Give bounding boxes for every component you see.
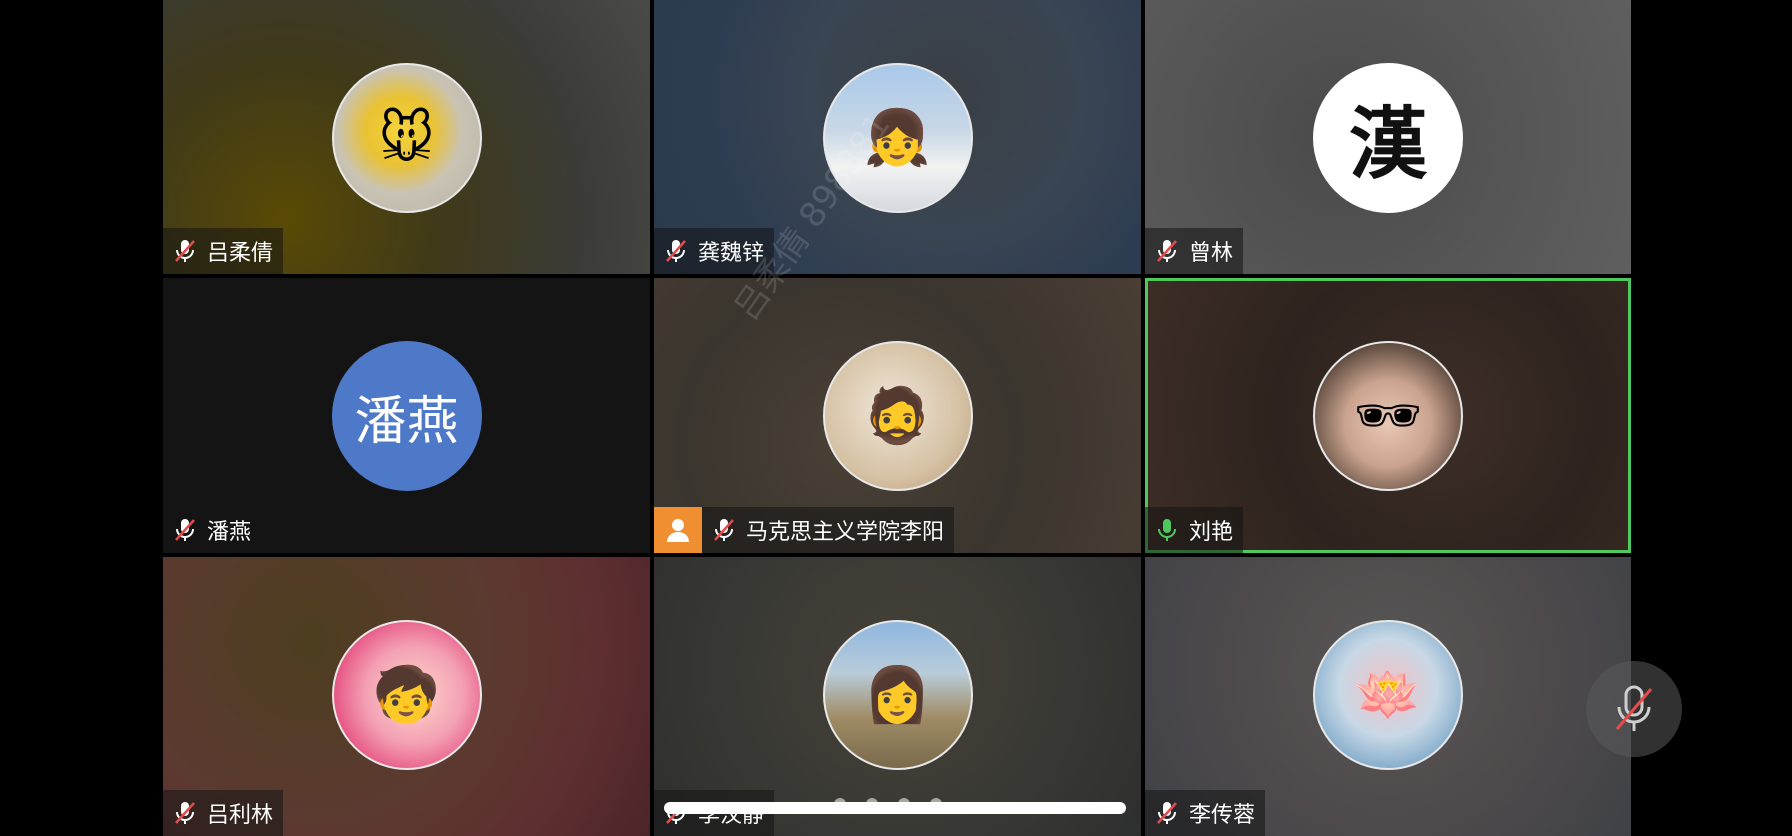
name-tag: 龚魏锌	[654, 228, 775, 274]
home-indicator-bar[interactable]	[664, 802, 1126, 814]
participant-tile[interactable]: 👧 龚魏锌	[654, 0, 1141, 274]
participant-tile[interactable]: 👩 李汶静	[654, 557, 1141, 836]
avatar: 🧔	[822, 341, 973, 491]
participant-tile[interactable]: 🧒 吕利林	[163, 557, 650, 836]
mic-on-icon	[1158, 519, 1176, 541]
participant-name: 吕柔倩	[207, 241, 274, 266]
mic-muted-icon	[175, 240, 195, 262]
mic-muted-icon	[175, 519, 195, 541]
name-tag: 潘燕	[163, 507, 262, 553]
mic-muted-icon	[1157, 802, 1177, 824]
avatar: 🧒	[331, 620, 482, 770]
mic-muted-icon	[175, 802, 195, 824]
name-tag: 吕利林	[163, 790, 284, 836]
participant-name: 龚魏锌	[698, 241, 765, 266]
participant-name: 李传蓉	[1189, 803, 1256, 828]
person-icon	[667, 519, 689, 542]
mic-muted-icon	[1615, 685, 1653, 731]
video-grid: 🐭 吕柔倩 👧 龚魏锌 漢 曾林 潘燕 潘燕 🧔 马克思主义学院李阳 🕶 刘艳 …	[163, 0, 1631, 836]
girl-illustration-icon: 👧	[863, 106, 932, 169]
participant-name: 潘燕	[207, 520, 252, 545]
cartoon-avatar-icon: 🧒	[372, 663, 441, 726]
mic-muted-icon	[666, 240, 686, 262]
participant-tile[interactable]: 🧔 马克思主义学院李阳	[654, 278, 1141, 553]
participant-name: 曾林	[1189, 241, 1234, 266]
avatar: 👩	[822, 620, 973, 770]
avatar: 漢	[1313, 63, 1463, 213]
mic-muted-icon	[1157, 240, 1177, 262]
name-tag: 李传蓉	[1145, 790, 1266, 836]
avatar: 👧	[822, 63, 973, 213]
avatar: 🕶	[1313, 341, 1463, 491]
mic-muted-icon	[714, 519, 734, 541]
avatar: 🪷	[1313, 620, 1463, 770]
name-tag: 吕柔倩	[163, 228, 284, 274]
host-badge	[654, 507, 702, 553]
name-tag: 刘艳	[1145, 507, 1244, 553]
name-tag: 曾林	[1145, 228, 1244, 274]
name-tag: 马克思主义学院李阳	[702, 507, 955, 553]
participant-name: 刘艳	[1189, 520, 1234, 545]
participant-tile[interactable]: 潘燕 潘燕	[163, 278, 650, 553]
avatar: 潘燕	[331, 341, 482, 491]
participant-name: 吕利林	[207, 803, 274, 828]
pikachu-icon: 🐭	[378, 106, 435, 170]
participant-name: 马克思主义学院李阳	[746, 520, 945, 545]
sketch-portrait-icon: 🧔	[863, 384, 932, 447]
self-mic-toggle-button[interactable]	[1586, 661, 1682, 757]
lotus-icon: 🪷	[1354, 663, 1422, 726]
participant-tile[interactable]: 漢 曾林	[1145, 0, 1631, 274]
avatar: 🐭	[331, 63, 482, 213]
participant-tile-active-speaker[interactable]: 🕶 刘艳	[1145, 278, 1631, 553]
field-portrait-icon: 👩	[863, 663, 932, 726]
participant-tile[interactable]: 🐭 吕柔倩	[163, 0, 650, 274]
sunglasses-portrait-icon: 🕶	[1353, 384, 1423, 447]
participant-tile[interactable]: 🪷 李传蓉	[1145, 557, 1631, 836]
